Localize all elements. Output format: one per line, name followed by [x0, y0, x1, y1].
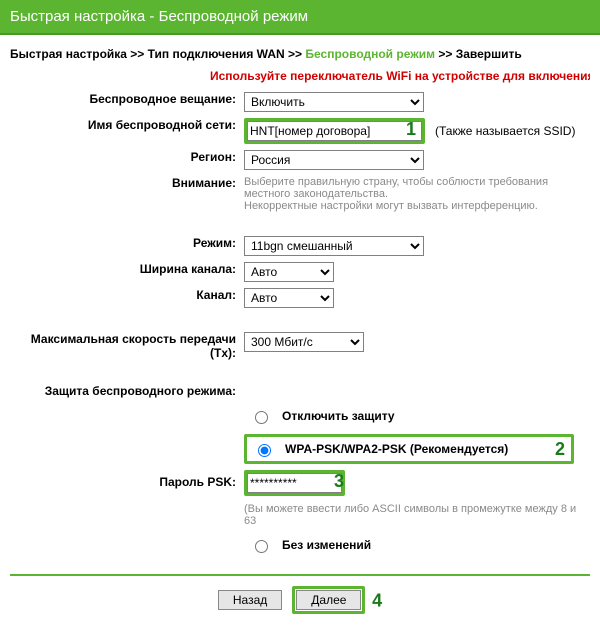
next-button[interactable]: Далее [296, 590, 361, 610]
psk-password-input[interactable] [247, 473, 342, 493]
breadcrumb-step-1: Быстрая настройка [10, 47, 127, 61]
content: Быстрая настройка >> Тип подключения WAN… [0, 35, 600, 634]
breadcrumb-step-2: Тип подключения WAN [148, 47, 285, 61]
breadcrumb-step-active: Беспроводной режим [305, 47, 435, 61]
security-option-wpa: WPA-PSK/WPA2-PSK (Рекомендуется) [247, 437, 571, 461]
label-notice: Внимание: [10, 173, 240, 215]
label-psk: Пароль PSK: [10, 467, 240, 499]
wifi-switch-warning: Используйте переключатель WiFi на устрой… [10, 69, 590, 83]
radio-no-change[interactable] [255, 540, 268, 553]
divider [10, 574, 590, 576]
ssid-input[interactable] [247, 121, 422, 141]
radio-disable-security[interactable] [255, 411, 268, 424]
radio-wpa-psk[interactable] [258, 444, 271, 457]
security-option-nochange: Без изменений [244, 533, 586, 557]
page-header: Быстрая настройка - Беспроводной режим [0, 0, 600, 35]
label-disable-security: Отключить защиту [282, 409, 395, 423]
psk-note: (Вы можете ввести либо ASCII символы в п… [240, 499, 590, 530]
security-option-disable: Отключить защиту [244, 404, 586, 428]
label-ssid: Имя беспроводной сети: [10, 115, 240, 147]
back-button[interactable]: Назад [218, 590, 282, 610]
annotation-3: 3 [334, 471, 344, 492]
label-channel: Канал: [10, 285, 240, 311]
label-broadcast: Беспроводное вещание: [10, 89, 240, 115]
label-security: Защита беспроводного режима: [10, 381, 240, 401]
annotation-4: 4 [372, 590, 382, 610]
highlight-4: Далее [292, 586, 365, 614]
channel-select[interactable]: Авто [244, 288, 334, 308]
broadcast-select[interactable]: Включить [244, 92, 424, 112]
breadcrumb: Быстрая настройка >> Тип подключения WAN… [10, 47, 590, 61]
breadcrumb-step-4: Завершить [456, 47, 522, 61]
region-notice: Выберите правильную страну, чтобы соблюс… [240, 173, 590, 215]
annotation-2: 2 [555, 439, 565, 460]
page-title: Быстрая настройка - Беспроводной режим [10, 8, 308, 25]
label-txrate: Максимальная скорость передачи (Tx): [10, 329, 240, 363]
label-wpa-psk: WPA-PSK/WPA2-PSK (Рекомендуется) [285, 442, 508, 456]
annotation-1: 1 [406, 119, 416, 140]
highlight-2: WPA-PSK/WPA2-PSK (Рекомендуется) 2 [244, 434, 574, 464]
txrate-select[interactable]: 300 Мбит/с [244, 332, 364, 352]
highlight-1: 1 [244, 118, 425, 144]
ssid-aka-note: (Также называется SSID) [435, 124, 575, 138]
label-chwidth: Ширина канала: [10, 259, 240, 285]
label-no-change: Без изменений [282, 538, 371, 552]
label-region: Регион: [10, 147, 240, 173]
channel-width-select[interactable]: Авто [244, 262, 334, 282]
settings-form: Беспроводное вещание: Включить Имя беспр… [10, 89, 590, 560]
button-row: Назад Далее 4 [10, 586, 590, 614]
highlight-3: 3 [244, 470, 345, 496]
region-select[interactable]: Россия [244, 150, 424, 170]
mode-select[interactable]: 11bgn смешанный [244, 236, 424, 256]
label-mode: Режим: [10, 233, 240, 259]
